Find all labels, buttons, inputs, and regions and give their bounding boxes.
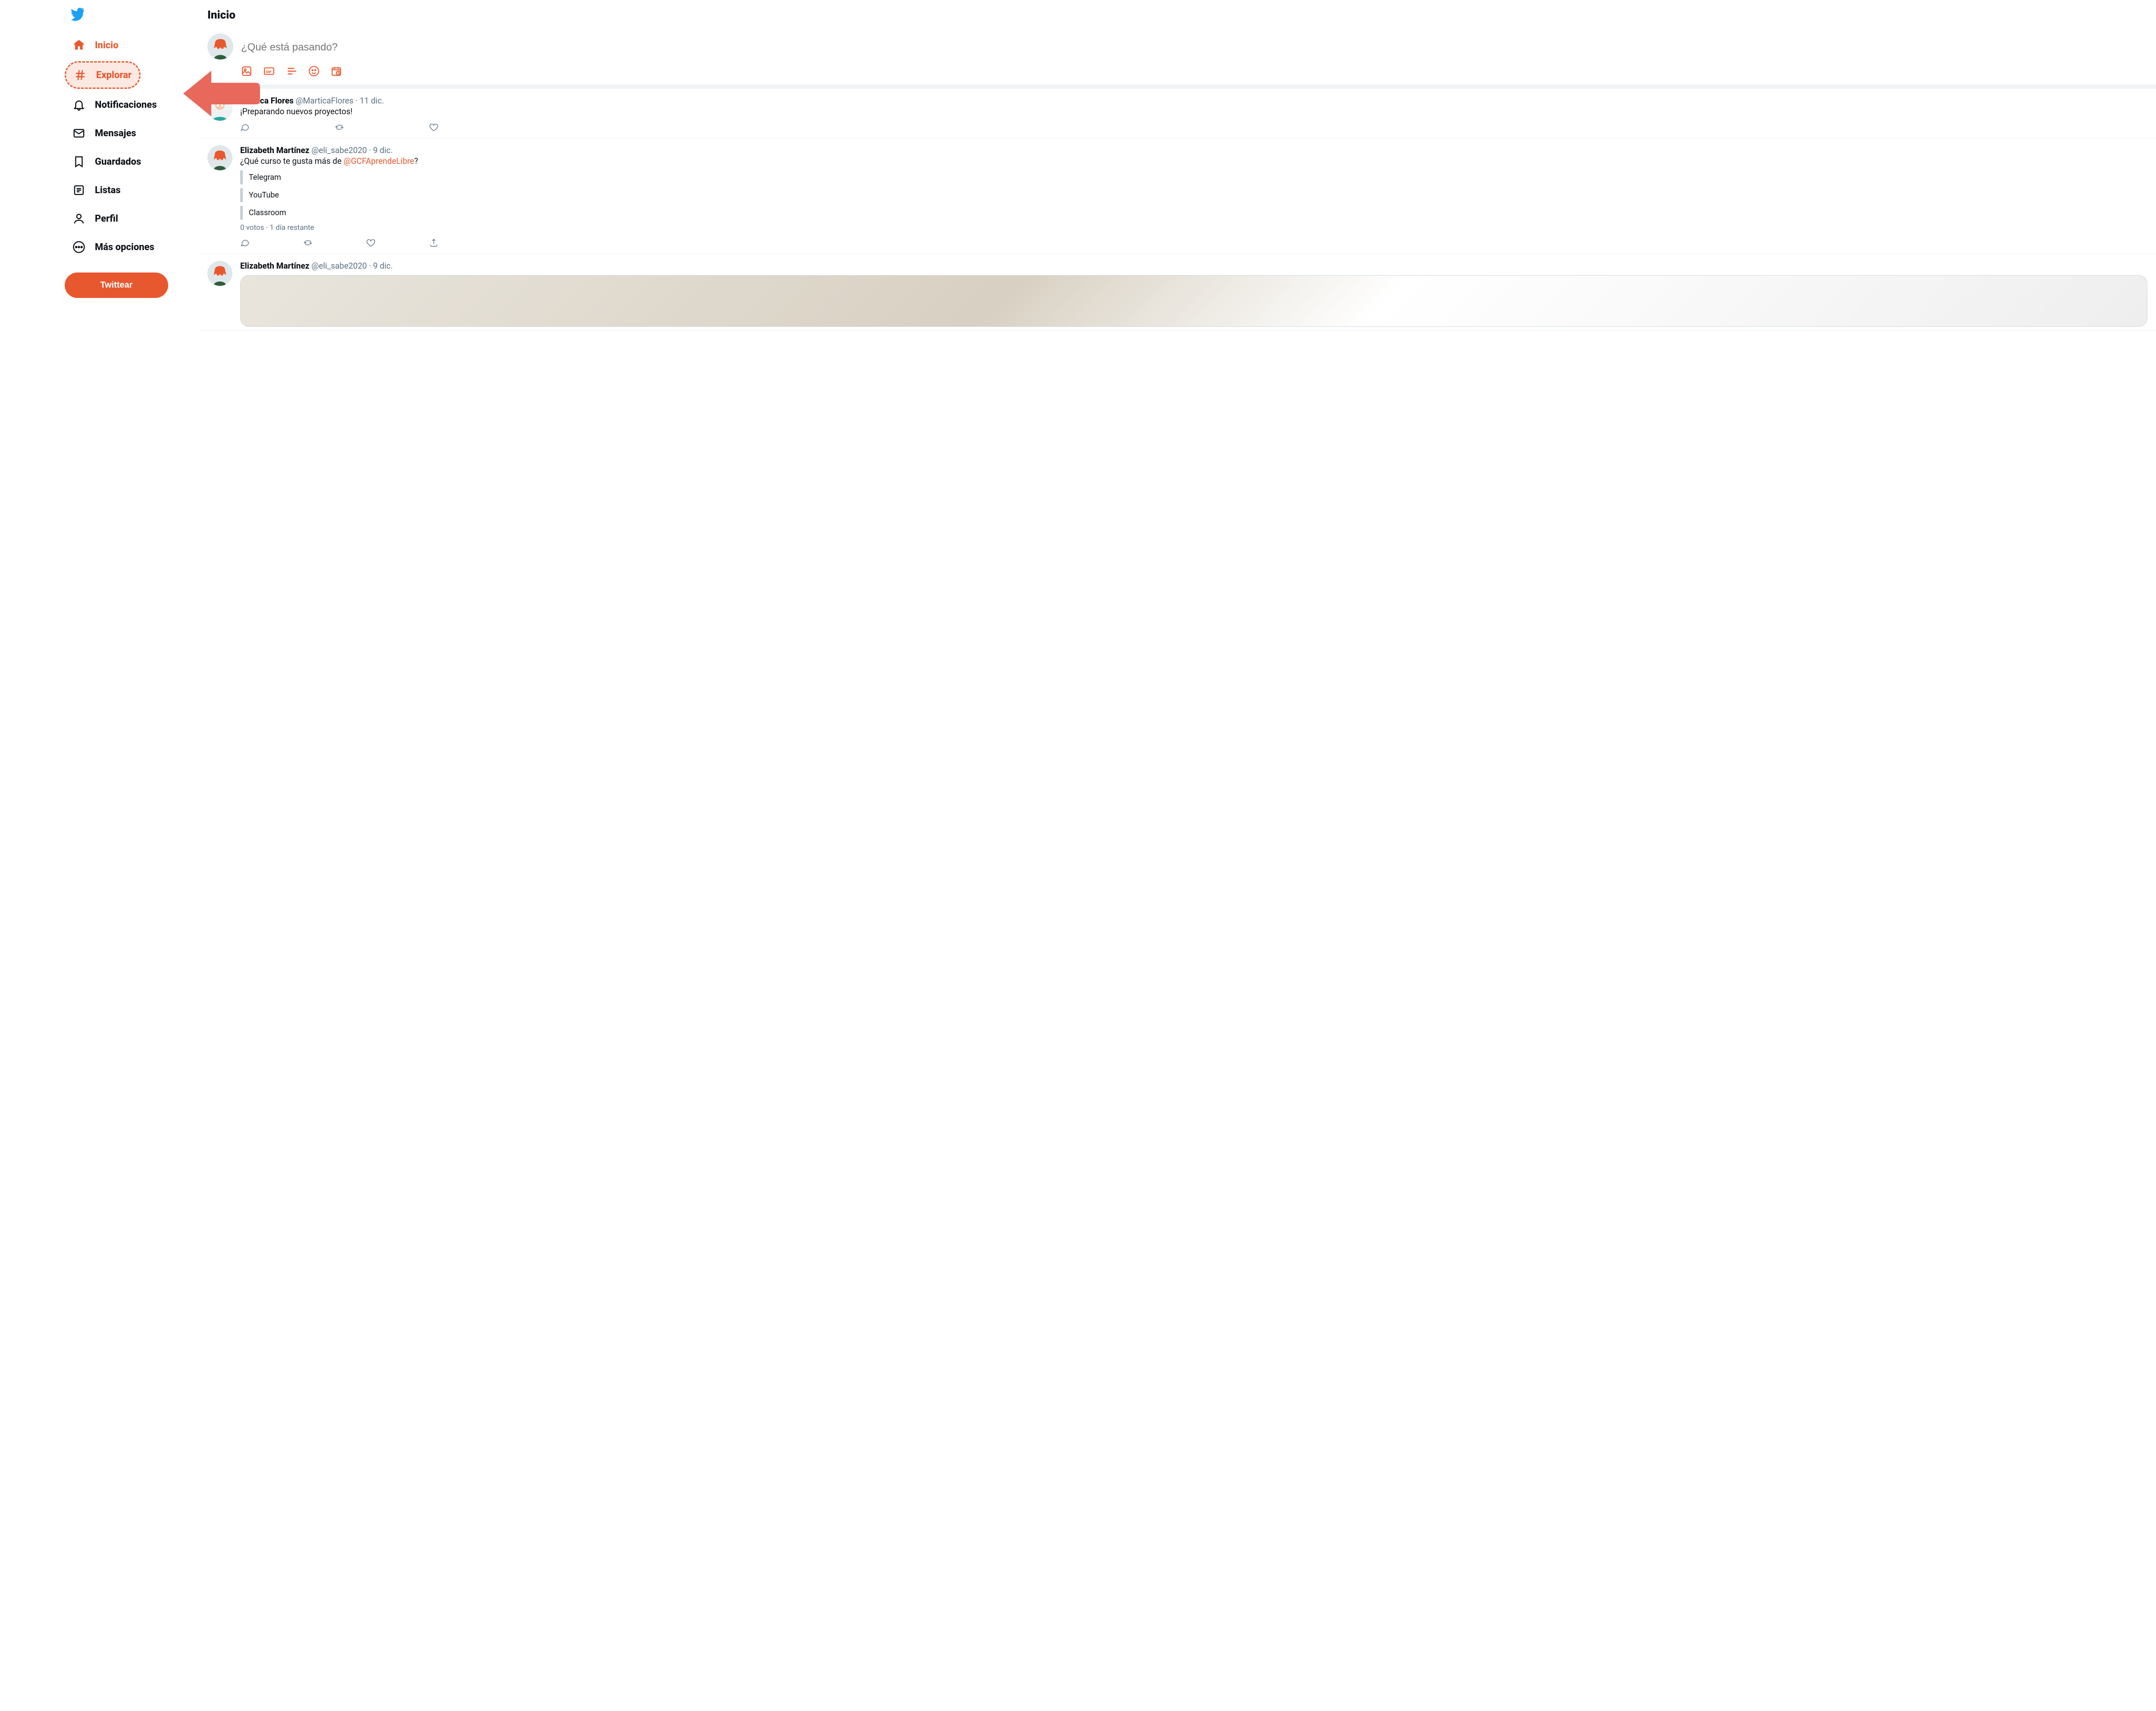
bell-icon — [72, 98, 85, 111]
nav-notifications[interactable]: Notificaciones — [65, 92, 165, 117]
mention-link[interactable]: @GCFAprendeLibre — [344, 156, 414, 166]
tweet-author-handle: @MarticaFlores — [296, 96, 354, 106]
sidebar: Inicio Explorar Notificaciones Mensajes … — [0, 0, 181, 1711]
tweet-date: 9 dic. — [373, 261, 393, 271]
poll: Telegram YouTube Classroom 0 votos · 1 d… — [240, 170, 2147, 232]
poll-option[interactable]: Telegram — [240, 170, 2147, 185]
tweet-actions — [240, 122, 439, 132]
nav-label: Explorar — [96, 70, 132, 81]
tweet-button[interactable]: Twittear — [65, 273, 168, 298]
nav-label: Perfil — [95, 213, 118, 224]
svg-text:GIF: GIF — [266, 70, 271, 74]
tweet-media[interactable] — [240, 275, 2147, 327]
share-icon[interactable] — [429, 238, 439, 248]
current-user-avatar[interactable] — [207, 34, 233, 60]
nav-more[interactable]: Más opciones — [65, 235, 162, 260]
compose-box: GIF — [199, 32, 2156, 89]
like-icon[interactable] — [429, 122, 439, 132]
poll-option[interactable]: Classroom — [240, 206, 2147, 220]
image-icon[interactable] — [241, 66, 252, 77]
profile-icon — [72, 212, 85, 225]
twitter-logo[interactable] — [65, 4, 181, 31]
poll-meta: 0 votos · 1 día restante — [240, 223, 2147, 232]
compose-toolbar: GIF — [241, 66, 2147, 77]
nav-lists[interactable]: Listas — [65, 178, 128, 203]
tweet-header: Martica Flores @MarticaFlores · 11 dic. — [240, 96, 2147, 106]
nav-label: Mensajes — [95, 128, 136, 139]
nav-label: Listas — [95, 185, 121, 196]
tweet-avatar[interactable] — [207, 261, 232, 286]
nav-messages[interactable]: Mensajes — [65, 121, 144, 146]
twitter-bird-icon — [70, 8, 85, 22]
tweet-text: ¡Preparando nuevos proyectos! — [240, 107, 2147, 116]
nav-label: Inicio — [95, 40, 119, 51]
reply-icon[interactable] — [240, 122, 250, 132]
poll-option[interactable]: YouTube — [240, 188, 2147, 202]
page-title: Inicio — [199, 0, 2156, 32]
tweet-actions — [240, 238, 439, 248]
reply-icon[interactable] — [240, 238, 250, 248]
tweet[interactable]: Elizabeth Martínez @eli_sabe2020 · 9 dic… — [199, 138, 2156, 254]
tweet-author-handle: @eli_sabe2020 — [311, 145, 367, 155]
tweet-author-handle: @eli_sabe2020 — [311, 261, 367, 271]
nav-bookmarks[interactable]: Guardados — [65, 149, 149, 174]
schedule-icon[interactable] — [331, 66, 342, 77]
retweet-icon[interactable] — [335, 122, 344, 132]
tweet-avatar[interactable] — [207, 96, 232, 121]
tweet-text: ¿Qué curso te gusta más de @GCFAprendeLi… — [240, 156, 2147, 166]
nav-home[interactable]: Inicio — [65, 33, 126, 58]
tweet-author-name: Elizabeth Martínez — [240, 145, 310, 155]
tweet-header: Elizabeth Martínez @eli_sabe2020 · 9 dic… — [240, 261, 2147, 271]
nav-explore[interactable]: Explorar — [65, 61, 141, 89]
nav-label: Guardados — [95, 157, 141, 167]
emoji-icon[interactable] — [308, 66, 320, 77]
home-icon — [72, 39, 85, 52]
compose-input[interactable] — [241, 34, 2147, 66]
hashtag-icon — [74, 69, 87, 81]
tweet-author-name: Martica Flores — [240, 96, 294, 106]
tweet-author-name: Elizabeth Martínez — [240, 261, 310, 271]
tweet-avatar[interactable] — [207, 145, 232, 170]
retweet-icon[interactable] — [303, 238, 313, 248]
list-icon — [72, 184, 85, 197]
tweet-date: 9 dic. — [373, 145, 393, 155]
nav-label: Más opciones — [95, 242, 154, 253]
tweet[interactable]: Martica Flores @MarticaFlores · 11 dic. … — [199, 89, 2156, 138]
nav-profile[interactable]: Perfil — [65, 206, 126, 231]
gif-icon[interactable]: GIF — [263, 66, 275, 77]
poll-icon[interactable] — [286, 66, 297, 77]
main-column: Inicio GIF Martica Flores @MarticaFlores — [181, 0, 2156, 1711]
tweet-date: 11 dic. — [360, 96, 384, 106]
like-icon[interactable] — [366, 238, 376, 248]
more-icon — [72, 241, 85, 254]
nav-label: Notificaciones — [95, 100, 157, 110]
tweet[interactable]: Elizabeth Martínez @eli_sabe2020 · 9 dic… — [199, 254, 2156, 331]
envelope-icon — [72, 127, 85, 140]
bookmark-icon — [72, 155, 85, 168]
tweet-header: Elizabeth Martínez @eli_sabe2020 · 9 dic… — [240, 145, 2147, 155]
